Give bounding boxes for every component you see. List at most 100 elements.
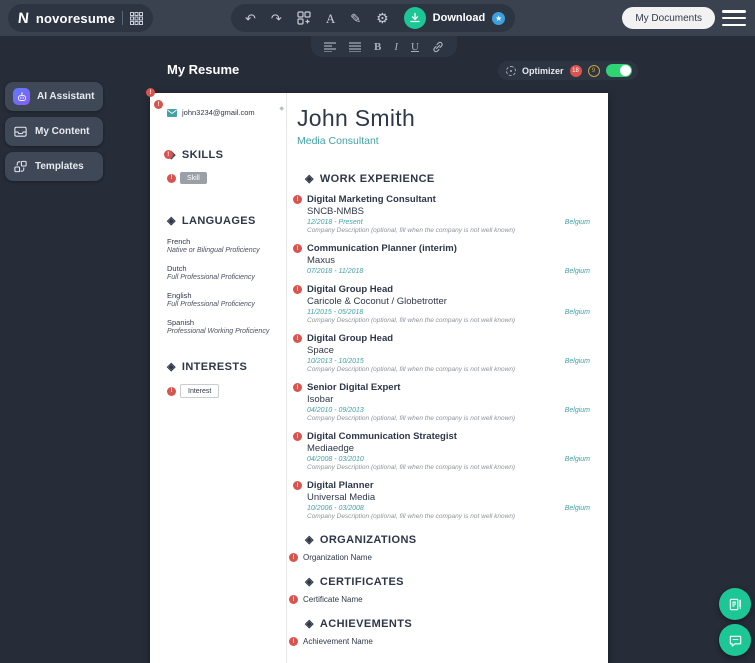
achievements-heading[interactable]: ◈ ACHIEVEMENTS xyxy=(305,618,590,630)
add-section-icon[interactable] xyxy=(297,11,311,25)
language-item[interactable]: French Native or Bilingual Proficiency xyxy=(167,237,278,254)
resume-right-column: John Smith Media Consultant ◈ WORK EXPER… xyxy=(287,93,608,663)
resume-page[interactable]: john3234@gmail.com ◆ ◈ SKILLS Skill ◈ LA… xyxy=(146,88,608,663)
premium-star-icon: ★ xyxy=(492,11,506,25)
section-diamond-icon: ◈ xyxy=(167,214,176,227)
language-item[interactable]: English Full Professional Proficiency xyxy=(167,291,278,308)
settings-gear-icon[interactable]: ⚙ xyxy=(376,11,389,25)
sidebar-item-label: Templates xyxy=(35,161,84,172)
work-entry[interactable]: Communication Planner (interim) Maxus 07… xyxy=(293,243,590,275)
skill-tag-row: Skill xyxy=(167,172,278,184)
design-pen-icon[interactable]: ✎ xyxy=(350,12,361,25)
certificate-item[interactable]: Certificate Name xyxy=(289,595,590,604)
interests-heading[interactable]: ◈ INTERESTS xyxy=(167,361,278,373)
align-justify-icon[interactable] xyxy=(349,41,361,52)
error-icon[interactable] xyxy=(293,334,302,343)
bold-button[interactable]: B xyxy=(374,41,381,53)
optimizer-bar[interactable]: Optimizer 18 9 xyxy=(498,61,638,80)
error-icon[interactable] xyxy=(293,432,302,441)
sidebar-item-my-content[interactable]: My Content xyxy=(5,117,103,146)
format-toolbar: B I U xyxy=(311,36,457,57)
interest-tag[interactable]: Interest xyxy=(180,384,220,398)
notes-fab-button[interactable] xyxy=(719,588,751,620)
redo-icon[interactable]: ↷ xyxy=(271,12,282,25)
link-icon[interactable] xyxy=(432,41,444,53)
error-icon[interactable] xyxy=(293,481,302,490)
brand-logo[interactable]: N novoresume xyxy=(8,4,154,32)
divider xyxy=(122,11,124,25)
section-diamond-icon: ◈ xyxy=(167,360,176,373)
skills-heading-label: SKILLS xyxy=(181,149,224,161)
skills-heading[interactable]: ◈ SKILLS xyxy=(164,149,278,161)
achievement-item[interactable]: Achievement Name xyxy=(289,637,590,646)
page-title: My Resume xyxy=(167,62,240,77)
work-entry[interactable]: Digital Marketing Consultant SNCB-NMBS 1… xyxy=(293,194,590,234)
error-icon[interactable] xyxy=(289,637,298,646)
section-diamond-icon: ◈ xyxy=(305,533,314,546)
my-documents-button[interactable]: My Documents xyxy=(622,7,715,29)
interest-tag-row: Interest xyxy=(167,384,278,398)
drag-handle-icon[interactable]: ◆ xyxy=(279,105,284,112)
menu-hamburger-icon[interactable] xyxy=(722,10,746,26)
languages-heading-label: LANGUAGES xyxy=(181,215,256,227)
app-grid-icon[interactable] xyxy=(130,11,144,25)
error-icon[interactable] xyxy=(289,595,298,604)
error-icon[interactable] xyxy=(293,285,302,294)
novoresume-n-icon: N xyxy=(17,9,30,27)
language-item[interactable]: Dutch Full Professional Proficiency xyxy=(167,264,278,281)
sidebar-item-ai-assistant[interactable]: AI Assistant xyxy=(5,82,103,111)
notepad-pencil-icon xyxy=(729,598,741,610)
email-icon xyxy=(167,108,177,117)
italic-button[interactable]: I xyxy=(394,41,398,53)
error-icon[interactable] xyxy=(289,553,298,562)
warning-count-badge: 9 xyxy=(587,64,600,77)
chat-bubble-icon xyxy=(729,635,741,647)
editor-toolbar: ↶ ↷ A ✎ ⚙ Download ★ xyxy=(231,4,516,32)
sidebar-item-templates[interactable]: Templates xyxy=(5,152,103,181)
optimizer-target-icon xyxy=(506,65,516,76)
work-entry[interactable]: Digital Planner Universal Media 10/2006 … xyxy=(293,480,590,520)
email-value[interactable]: john3234@gmail.com xyxy=(182,108,255,117)
templates-swap-icon xyxy=(13,159,28,174)
organization-item[interactable]: Organization Name xyxy=(289,553,590,562)
typography-icon[interactable]: A xyxy=(326,12,335,25)
work-entry[interactable]: Digital Communication Strategist Mediaed… xyxy=(293,431,590,471)
work-experience-heading[interactable]: ◈ WORK EXPERIENCE xyxy=(305,173,590,185)
brand-name: novoresume xyxy=(35,10,116,26)
error-icon[interactable] xyxy=(167,173,176,183)
email-row[interactable]: john3234@gmail.com xyxy=(167,108,278,117)
align-left-icon[interactable] xyxy=(324,41,336,52)
left-sidebar: AI Assistant My Content Templates xyxy=(5,82,103,181)
candidate-name[interactable]: John Smith xyxy=(297,105,590,132)
section-diamond-icon: ◈ xyxy=(305,575,314,588)
certificates-heading[interactable]: ◈ CERTIFICATES xyxy=(305,576,590,588)
section-diamond-icon: ◈ xyxy=(305,172,314,185)
error-count-badge: 18 xyxy=(569,64,582,77)
ai-robot-icon xyxy=(13,88,30,105)
work-entry[interactable]: Digital Group Head Space 10/2013 - 10/20… xyxy=(293,333,590,373)
language-item[interactable]: Spanish Professional Working Proficiency xyxy=(167,318,278,335)
error-icon[interactable] xyxy=(293,195,302,204)
chat-fab-button[interactable] xyxy=(719,624,751,656)
candidate-title[interactable]: Media Consultant xyxy=(297,135,590,147)
work-entry[interactable]: Digital Group Head Caricole & Coconut / … xyxy=(293,284,590,324)
error-icon[interactable] xyxy=(164,150,173,159)
languages-heading[interactable]: ◈ LANGUAGES xyxy=(167,215,278,227)
download-label: Download xyxy=(432,12,486,24)
download-icon xyxy=(403,7,426,29)
download-button[interactable]: Download ★ xyxy=(403,7,510,29)
sidebar-item-label: AI Assistant xyxy=(37,91,95,102)
content-tray-icon xyxy=(13,124,28,139)
resume-left-column: john3234@gmail.com ◆ ◈ SKILLS Skill ◈ LA… xyxy=(150,93,287,663)
error-icon[interactable] xyxy=(167,386,176,396)
error-icon[interactable] xyxy=(293,383,302,392)
undo-icon[interactable]: ↶ xyxy=(245,12,256,25)
organizations-heading[interactable]: ◈ ORGANIZATIONS xyxy=(305,534,590,546)
underline-button[interactable]: U xyxy=(411,41,419,53)
sidebar-item-label: My Content xyxy=(35,126,90,137)
optimizer-toggle[interactable] xyxy=(605,64,632,77)
skill-tag[interactable]: Skill xyxy=(180,172,207,184)
work-entry[interactable]: Senior Digital Expert Isobar 04/2010 - 0… xyxy=(293,382,590,422)
error-icon[interactable] xyxy=(293,244,302,253)
top-bar: N novoresume ↶ ↷ A ✎ ⚙ Download ★ My Doc… xyxy=(0,0,755,36)
